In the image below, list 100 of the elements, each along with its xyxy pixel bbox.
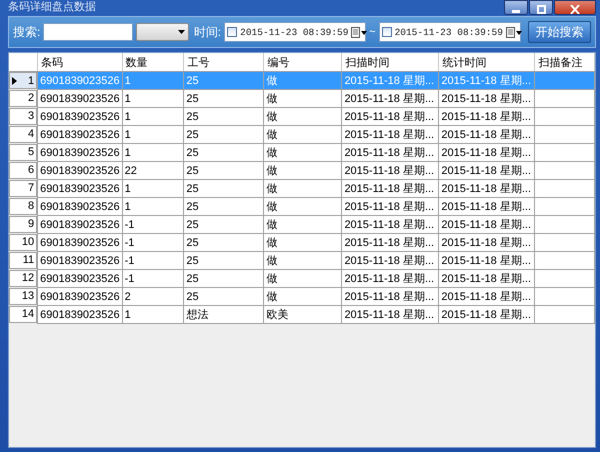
search-button[interactable]: 开始搜索 <box>528 21 591 43</box>
table-cell: 25 <box>184 72 264 90</box>
table-cell: 25 <box>184 288 264 306</box>
table-cell: 2015-11-18 星期... <box>438 270 535 288</box>
row-header[interactable]: 9 <box>9 216 38 232</box>
table-cell: 6901839023526 <box>38 216 122 234</box>
table-cell: 1 <box>122 144 184 162</box>
row-header[interactable]: 5 <box>9 144 38 160</box>
table-cell: 想法 <box>184 306 264 324</box>
row-header[interactable]: 7 <box>9 180 38 196</box>
table-cell: 25 <box>184 234 264 252</box>
table-cell: 2015-11-18 星期... <box>342 216 439 234</box>
table-cell: 2015-11-18 星期... <box>438 306 535 324</box>
table-cell: 25 <box>184 216 264 234</box>
table-cell: 做 <box>264 180 342 198</box>
time-label: 时间: <box>194 24 222 40</box>
table-cell: 2015-11-18 星期... <box>342 108 439 126</box>
table-cell: 2015-11-18 星期... <box>438 144 535 162</box>
table-cell: 6901839023526 <box>38 126 122 144</box>
table-cell: 1 <box>122 90 184 108</box>
table-cell: 2015-11-18 星期... <box>342 72 439 90</box>
table-cell: 做 <box>264 270 342 288</box>
table-cell: 6901839023526 <box>38 198 122 216</box>
table-cell: 2015-11-18 星期... <box>438 90 535 108</box>
table-cell: 做 <box>264 288 342 306</box>
table-cell: 25 <box>184 162 264 180</box>
table-cell: 做 <box>264 198 342 216</box>
row-header[interactable]: 1 <box>9 72 38 89</box>
table-cell: -1 <box>122 234 184 252</box>
table-cell: 25 <box>184 270 264 288</box>
table-cell: 25 <box>184 90 264 108</box>
table-cell: 25 <box>184 108 264 126</box>
table-cell: 2015-11-18 星期... <box>342 162 439 180</box>
table-cell: 6901839023526 <box>38 234 122 252</box>
table-cell: 2 <box>122 288 184 306</box>
column-header[interactable]: 编号 <box>267 56 290 68</box>
table-cell: 2015-11-18 星期... <box>438 162 535 180</box>
table-cell: 6901839023526 <box>38 90 122 108</box>
table-cell: 2015-11-18 星期... <box>342 288 439 306</box>
table-cell: 25 <box>184 144 264 162</box>
table-cell: 欧美 <box>264 306 342 324</box>
table-cell: 1 <box>122 108 184 126</box>
table-cell: 6901839023526 <box>38 72 122 90</box>
table-cell: 6901839023526 <box>38 306 122 324</box>
row-header[interactable]: 2 <box>9 90 38 106</box>
table-cell: 做 <box>264 234 342 252</box>
table-cell: 2015-11-18 星期... <box>438 216 535 234</box>
table-cell: 2015-11-18 星期... <box>342 144 439 162</box>
row-header[interactable]: 8 <box>9 198 38 214</box>
table-cell: 1 <box>122 198 184 216</box>
table-cell: 2015-11-18 星期... <box>438 198 535 216</box>
table-cell: 2015-11-18 星期... <box>342 234 439 252</box>
table-cell: -1 <box>122 252 184 270</box>
table-cell: 2015-11-18 星期... <box>342 180 439 198</box>
table-cell: 25 <box>184 198 264 216</box>
table-cell: 6901839023526 <box>38 288 122 306</box>
table-cell: 做 <box>264 252 342 270</box>
table-cell: 2015-11-18 星期... <box>438 126 535 144</box>
table-cell: 25 <box>184 180 264 198</box>
table-cell: 2015-11-18 星期... <box>342 270 439 288</box>
search-label: 搜索: <box>13 24 40 40</box>
date-picker[interactable]: 2015-11-23 08:39:59 <box>378 22 521 42</box>
table-cell: 做 <box>264 144 342 162</box>
table-cell: 2015-11-18 星期... <box>438 288 535 306</box>
row-header[interactable]: 4 <box>9 126 38 142</box>
table-cell: 做 <box>264 162 342 180</box>
table-cell: 6901839023526 <box>38 144 122 162</box>
table-cell: 2015-11-18 星期... <box>438 180 535 198</box>
table-cell: 25 <box>184 126 264 144</box>
table-cell: 2015-11-18 星期... <box>438 252 535 270</box>
table-cell: 6901839023526 <box>38 270 122 288</box>
column-header[interactable]: 条码 <box>41 56 64 68</box>
date-value: 2015-11-23 08:39:59 <box>240 26 348 38</box>
row-header[interactable]: 6 <box>9 162 38 178</box>
table-cell: 6901839023526 <box>38 162 122 180</box>
table-cell: 2015-11-18 星期... <box>342 252 439 270</box>
table-cell: 1 <box>122 180 184 198</box>
table-cell: 2015-11-18 星期... <box>342 90 439 108</box>
table-cell: 6901839023526 <box>38 180 122 198</box>
row-header[interactable]: 3 <box>9 108 38 124</box>
row-header[interactable]: 14 <box>9 306 38 322</box>
table-cell: 2015-11-18 星期... <box>342 306 439 324</box>
table-cell: 1 <box>122 126 184 144</box>
row-header[interactable]: 13 <box>9 288 38 304</box>
table-cell: 做 <box>264 90 342 108</box>
row-header[interactable]: 11 <box>9 252 38 268</box>
table-cell: 1 <box>122 72 184 90</box>
table-cell: 做 <box>264 72 342 90</box>
column-header[interactable]: 工号 <box>187 56 210 68</box>
table-cell: 22 <box>122 162 184 180</box>
date-picker[interactable]: 2015-11-23 08:39:59 <box>224 22 366 42</box>
table-cell: -1 <box>122 270 184 288</box>
range-separator: ~ <box>369 26 376 38</box>
table-cell: 做 <box>264 126 342 144</box>
table-cell: 6901839023526 <box>38 252 122 270</box>
table-cell: 2015-11-18 星期... <box>438 72 535 90</box>
table-cell: 2015-11-18 星期... <box>342 126 439 144</box>
row-header[interactable]: 12 <box>9 270 38 286</box>
table-cell: -1 <box>122 216 184 234</box>
row-header[interactable]: 10 <box>9 234 38 250</box>
